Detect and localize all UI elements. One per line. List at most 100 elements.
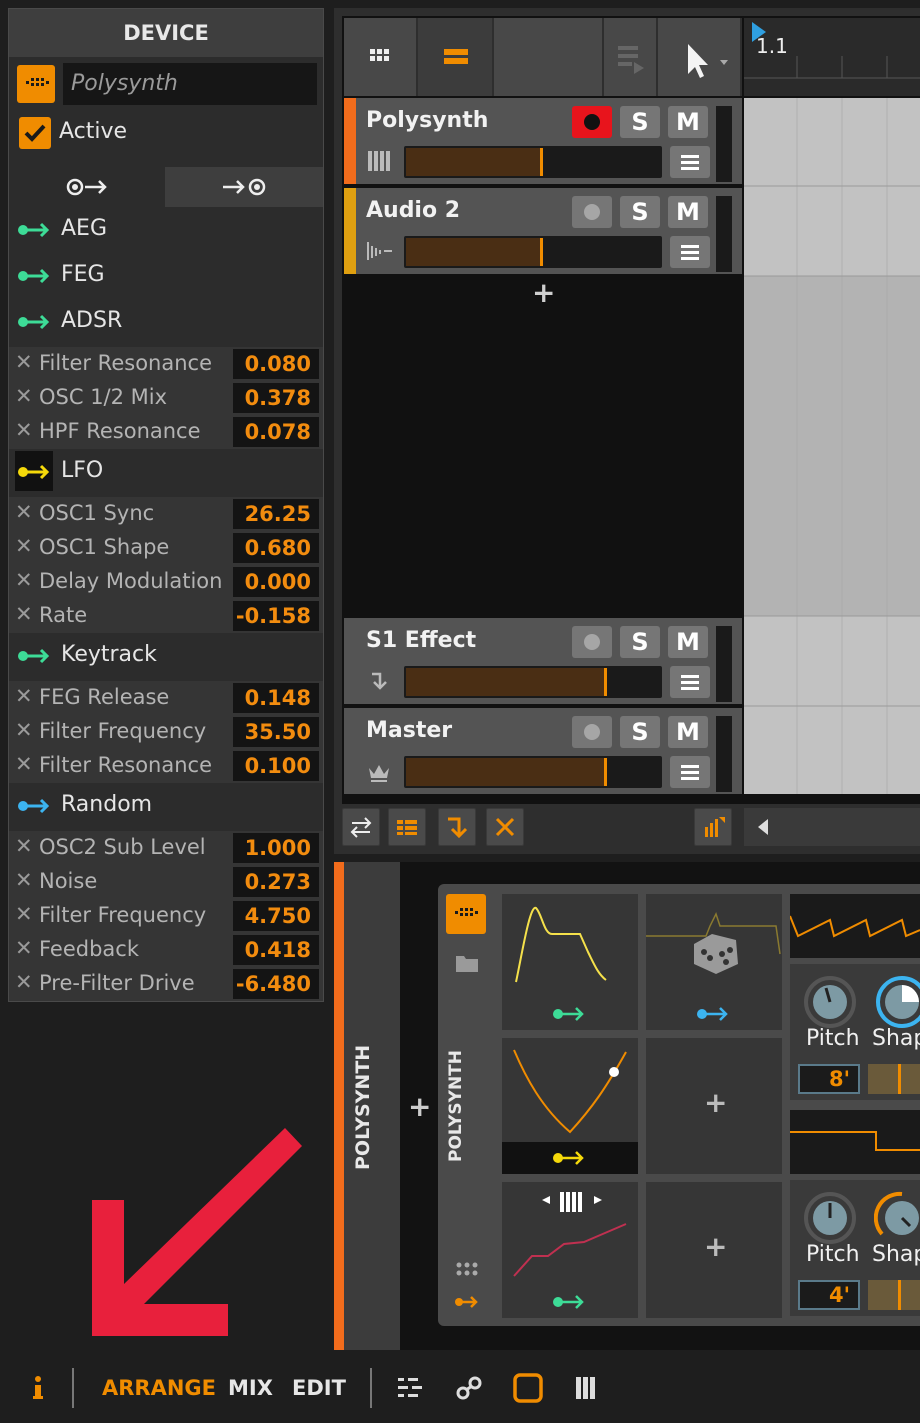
modulator-lfo[interactable]: LFO <box>9 451 323 493</box>
modulator-aeg[interactable]: AEG <box>9 209 323 251</box>
param-value[interactable]: 0.680 <box>233 533 319 563</box>
mod-param-row[interactable]: ✕ OSC1 Sync 26.25 <box>9 497 323 531</box>
link-icon[interactable] <box>454 1374 484 1402</box>
timeline-toggle[interactable] <box>418 18 494 96</box>
add-modulator-button[interactable]: + <box>704 1230 727 1263</box>
solo-button[interactable]: S <box>620 626 660 658</box>
param-value[interactable]: 0.000 <box>233 567 319 597</box>
param-value[interactable]: 4.750 <box>233 901 319 931</box>
record-arm-button[interactable] <box>572 716 612 748</box>
horizontal-scrollbar[interactable] <box>744 808 920 846</box>
param-value[interactable]: 0.100 <box>233 751 319 781</box>
follow-export-button[interactable] <box>694 808 732 846</box>
track-name[interactable]: Master <box>366 718 452 743</box>
remove-icon[interactable]: ✕ <box>15 936 33 960</box>
param-value[interactable]: -0.158 <box>233 601 319 631</box>
mod-param-row[interactable]: ✕ Delay Modulation 0.000 <box>9 565 323 599</box>
param-value[interactable]: -6.480 <box>233 969 319 999</box>
remove-icon[interactable]: ✕ <box>15 500 33 524</box>
modulator-slot-lfo[interactable] <box>502 1038 638 1174</box>
volume-fader[interactable] <box>404 666 662 698</box>
mod-param-row[interactable]: ✕ Pre-Filter Drive -6.480 <box>9 967 323 1001</box>
solo-button[interactable]: S <box>620 106 660 138</box>
mod-param-row[interactable]: ✕ Filter Frequency 35.50 <box>9 715 323 749</box>
mod-param-row[interactable]: ✕ Feedback 0.418 <box>9 933 323 967</box>
param-value[interactable]: 1.000 <box>233 833 319 863</box>
modulator-arrow-icon[interactable] <box>454 1294 480 1310</box>
track-name[interactable]: S1 Effect <box>366 628 476 653</box>
param-value[interactable]: 0.148 <box>233 683 319 713</box>
modulator-slot-random[interactable] <box>646 894 782 1030</box>
pitch-knob[interactable] <box>802 1190 858 1246</box>
solo-button[interactable]: S <box>620 196 660 228</box>
track-menu-button[interactable] <box>670 756 710 788</box>
modulator-adsr[interactable]: ADSR <box>9 301 323 343</box>
add-device-button[interactable]: + <box>408 1090 431 1123</box>
remove-icon[interactable]: ✕ <box>15 418 33 442</box>
remove-icon[interactable]: ✕ <box>15 602 33 626</box>
param-value[interactable]: 0.418 <box>233 935 319 965</box>
modulator-feg[interactable]: FEG <box>9 255 323 297</box>
timeline-ruler[interactable]: 1.1 <box>744 18 920 96</box>
track-header-polysynth[interactable]: Polysynth S M <box>344 98 742 184</box>
pointer-tool-button[interactable] <box>658 18 742 96</box>
solo-button[interactable]: S <box>620 716 660 748</box>
track-menu-button[interactable] <box>670 146 710 178</box>
tab-edit[interactable]: EDIT <box>292 1376 346 1400</box>
volume-handle[interactable] <box>540 148 543 176</box>
tab-modulation-sources[interactable] <box>9 167 164 207</box>
volume-handle[interactable] <box>604 758 607 786</box>
osc-mix-slider[interactable] <box>868 1280 920 1310</box>
record-arm-button[interactable] <box>572 106 612 138</box>
modulator-slot-aeg[interactable] <box>502 894 638 1030</box>
osc-mix-slider[interactable] <box>868 1064 920 1094</box>
modulator-slot-keytrack[interactable] <box>502 1182 638 1318</box>
mod-param-row[interactable]: ✕ FEG Release 0.148 <box>9 681 323 715</box>
remove-icon[interactable]: ✕ <box>15 534 33 558</box>
param-value[interactable]: 0.078 <box>233 417 319 447</box>
info-icon[interactable] <box>30 1374 46 1402</box>
device-icon-button[interactable] <box>17 65 55 103</box>
mod-param-row[interactable]: ✕ Noise 0.273 <box>9 865 323 899</box>
mod-param-row[interactable]: ✕ Rate -0.158 <box>9 599 323 633</box>
volume-fader[interactable] <box>404 146 662 178</box>
pitch-knob[interactable] <box>802 974 858 1030</box>
add-modulator-button[interactable]: + <box>704 1086 727 1119</box>
param-value[interactable]: 0.080 <box>233 349 319 379</box>
mod-param-row[interactable]: ✕ Filter Frequency 4.750 <box>9 899 323 933</box>
mod-param-row[interactable]: ✕ OSC 1/2 Mix 0.378 <box>9 381 323 415</box>
track-menu-button[interactable] <box>670 236 710 268</box>
param-value[interactable]: 26.25 <box>233 499 319 529</box>
mod-param-row[interactable]: ✕ HPF Resonance 0.078 <box>9 415 323 449</box>
octave-field[interactable]: 8' <box>798 1064 860 1094</box>
remove-icon[interactable]: ✕ <box>15 718 33 742</box>
device-preset-button[interactable] <box>446 894 486 934</box>
empty-modulator-slot[interactable]: + <box>646 1182 782 1318</box>
remove-icon[interactable]: ✕ <box>15 568 33 592</box>
shape-knob[interactable] <box>874 974 920 1030</box>
tab-mix[interactable]: MIX <box>228 1376 273 1400</box>
remove-icon[interactable]: ✕ <box>15 384 33 408</box>
browser-panel-icon[interactable] <box>396 1374 424 1402</box>
tab-modulation-targets[interactable] <box>165 167 323 207</box>
mute-button[interactable]: M <box>668 106 708 138</box>
record-arm-button[interactable] <box>572 626 612 658</box>
param-value[interactable]: 0.273 <box>233 867 319 897</box>
shape-knob[interactable] <box>874 1190 920 1246</box>
mute-button[interactable]: M <box>668 626 708 658</box>
mute-button[interactable]: M <box>668 716 708 748</box>
slider-handle[interactable] <box>898 1280 901 1310</box>
volume-fader[interactable] <box>404 236 662 268</box>
tab-arrange[interactable]: ARRANGE <box>102 1376 216 1400</box>
track-name[interactable]: Polysynth <box>366 108 488 133</box>
mod-param-row[interactable]: ✕ Filter Resonance 0.080 <box>9 347 323 381</box>
device-name-field[interactable]: Polysynth <box>63 63 317 105</box>
volume-fader[interactable] <box>404 756 662 788</box>
track-name[interactable]: Audio 2 <box>366 198 460 223</box>
track-header-audio-2[interactable]: Audio 2 S M <box>344 188 742 274</box>
modulator-keytrack[interactable]: Keytrack <box>9 635 323 677</box>
octave-field[interactable]: 4' <box>798 1280 860 1310</box>
param-value[interactable]: 35.50 <box>233 717 319 747</box>
track-header-master[interactable]: Master S M <box>344 708 742 794</box>
volume-handle[interactable] <box>604 668 607 696</box>
